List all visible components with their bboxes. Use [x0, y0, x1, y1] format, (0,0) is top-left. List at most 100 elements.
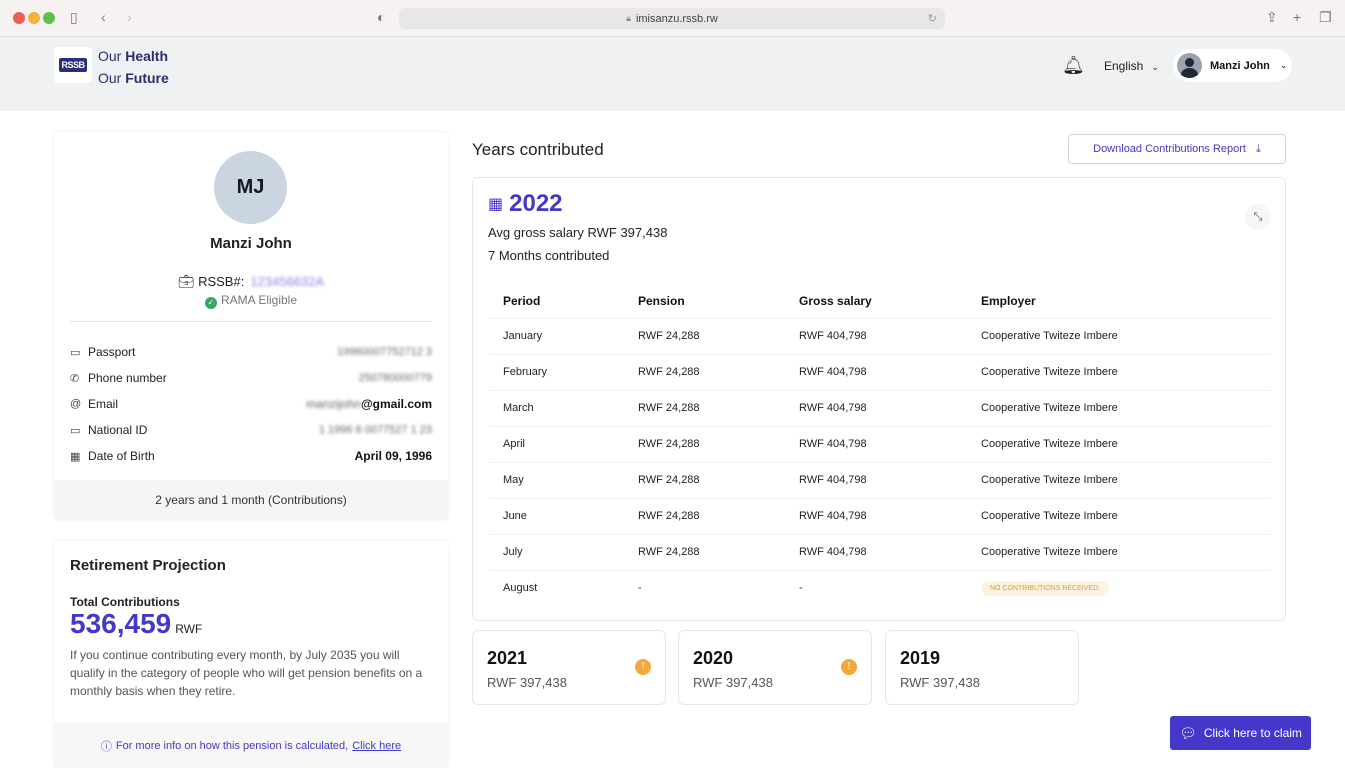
table-row: July RWF 24,288 RWF 404,798 Cooperative Twi…	[489, 534, 1271, 571]
download-report-button[interactable]: Download Contributions Report ⤓	[1068, 134, 1286, 164]
table-cell: RWF 24,288	[624, 390, 785, 427]
table-cell: RWF 24,288	[624, 426, 785, 463]
id-card-icon: ▭	[70, 424, 81, 437]
table-cell: April	[489, 426, 624, 463]
profile-card: MJ Manzi John 💼︎ RSSB#: 123456632A ✓ RAMA …	[54, 132, 448, 520]
warning-icon: !	[841, 659, 857, 675]
calendar-icon: ▦	[488, 196, 504, 213]
detail-national-id: ▭ National ID 1 1996 8 0077527 1 23	[70, 423, 432, 437]
table-cell: Cooperative Twiteze Imbere	[967, 426, 1271, 463]
check-circle-icon: ✓	[204, 297, 217, 309]
table-cell: RWF 24,288	[624, 534, 785, 571]
status-cell: NO CONTRIBUTIONS RECEIVED.	[967, 570, 1271, 606]
year-2022-panel: ▦ 2022 Avg gross salary RWF 397,438 7 Mon…	[472, 177, 1286, 621]
profile-avatar: MJ	[214, 151, 287, 224]
divider	[70, 321, 432, 322]
table-row: March RWF 24,288 RWF 404,798 Cooperative Tw…	[489, 390, 1271, 427]
months-contributed: 7 Months contributed	[488, 248, 610, 263]
table-cell: July	[489, 534, 624, 571]
table-cell: RWF 24,288	[624, 318, 785, 355]
url-text: imisanzu.rssb.rw	[635, 12, 718, 25]
shield-icon[interactable]: ◐	[377, 9, 385, 25]
contributions-table: Period Pension Gross salary Employer Jan…	[489, 284, 1271, 606]
contribution-duration: 2 years and 1 month (Contributions)	[54, 480, 448, 520]
info-icon: ⓘ	[100, 740, 112, 753]
column-header: Employer	[967, 284, 1271, 319]
years-contributed-title: Years contributed	[472, 140, 604, 159]
pension-info-link[interactable]: Click here	[352, 740, 401, 752]
table-cell: January	[489, 318, 624, 355]
site-header: RSSB Our Health Our Future 🔔︎ English ⌄ M…	[0, 37, 1345, 110]
table-cell: Cooperative Twiteze Imbere	[967, 318, 1271, 355]
pension-info: ⓘ For more info on how this pension is c…	[54, 723, 448, 768]
language-selector[interactable]: English ⌄	[1104, 59, 1159, 73]
table-row: February RWF 24,288 RWF 404,798 Cooperative…	[489, 354, 1271, 391]
table-cell: March	[489, 390, 624, 427]
avg-gross-salary: Avg gross salary RWF 397,438	[488, 225, 668, 240]
column-header: Pension	[624, 284, 785, 319]
table-cell: Cooperative Twiteze Imbere	[967, 534, 1271, 571]
year-card-2019[interactable]: 2019 RWF 397,438	[885, 630, 1079, 705]
chat-icon: 💬︎	[1179, 724, 1197, 741]
total-contributions-label: Total Contributions	[70, 595, 180, 609]
total-contributions-value: 536,459 RWF	[70, 608, 203, 639]
main-content: MJ Manzi John 💼︎ RSSB#: 123456632A ✓ RAMA …	[0, 111, 1345, 768]
reload-icon[interactable]: ↻	[928, 12, 937, 25]
maximize-window-button[interactable]	[43, 12, 55, 24]
phone-icon: ✆	[70, 372, 80, 385]
table-cell: RWF 404,798	[785, 354, 967, 391]
year-heading: ▦ 2022	[488, 190, 563, 217]
table-cell: RWF 404,798	[785, 534, 967, 571]
close-window-button[interactable]	[13, 12, 25, 24]
table-row: June RWF 24,288 RWF 404,798 Cooperative Twi…	[489, 498, 1271, 535]
table-cell: February	[489, 354, 624, 391]
table-row: January RWF 24,288 RWF 404,798 Cooperative …	[489, 318, 1271, 355]
chevron-down-icon: ⌄	[1151, 62, 1159, 72]
table-cell: Cooperative Twiteze Imbere	[967, 462, 1271, 499]
id-card-icon: ▭	[70, 346, 81, 359]
sidebar-toggle-icon[interactable]: ▯	[70, 9, 78, 26]
share-icon[interactable]: ⇪	[1266, 9, 1278, 26]
briefcase-icon: 💼︎	[177, 274, 195, 289]
year-card-2021[interactable]: 2021 RWF 397,438 !	[472, 630, 666, 705]
collapse-icon[interactable]: ⤡	[1245, 204, 1271, 230]
table-cell: RWF 404,798	[785, 462, 967, 499]
notification-bell-icon[interactable]: 🔔︎	[1062, 55, 1085, 76]
table-cell: RWF 404,798	[785, 498, 967, 535]
table-row: April RWF 24,288 RWF 404,798 Cooperative Tw…	[489, 426, 1271, 463]
table-cell: -	[799, 582, 803, 595]
table-cell: Cooperative Twiteze Imbere	[967, 390, 1271, 427]
table-cell: June	[489, 498, 624, 535]
table-row: May RWF 24,288 RWF 404,798 Cooperative Twit…	[489, 462, 1271, 499]
claim-button[interactable]: 💬︎ Click here to claim	[1170, 716, 1311, 750]
calendar-icon: ▦	[70, 450, 81, 463]
detail-dob: ▦ Date of Birth April 09, 1996	[70, 449, 432, 463]
tabs-overview-icon[interactable]: ❐	[1319, 9, 1332, 26]
rssb-number: 💼︎ RSSB#: 123456632A	[177, 274, 325, 289]
table-cell: May	[489, 462, 624, 499]
at-icon: @	[70, 398, 82, 410]
table-cell: Cooperative Twiteze Imbere	[967, 498, 1271, 535]
new-tab-icon[interactable]: +	[1293, 9, 1301, 25]
table-cell: RWF 404,798	[785, 318, 967, 355]
retirement-description: If you continue contributing every month…	[70, 648, 423, 698]
minimize-window-button[interactable]	[28, 12, 40, 24]
user-menu[interactable]: Manzi John ⌄	[1173, 49, 1292, 82]
column-header: Period	[489, 284, 624, 319]
lock-icon: 🔒︎	[626, 13, 631, 23]
tagline: Our Health Our Future	[98, 48, 169, 86]
warning-icon: !	[635, 659, 651, 675]
retirement-title: Retirement Projection	[70, 557, 226, 574]
chevron-down-icon: ⌄	[1279, 60, 1288, 70]
table-cell: RWF 404,798	[785, 426, 967, 463]
retirement-projection-card: Retirement Projection Total Contribution…	[54, 541, 448, 768]
rssb-logo[interactable]: RSSB	[54, 47, 92, 83]
avatar	[1177, 53, 1202, 78]
table-cell: RWF 24,288	[624, 498, 785, 535]
address-bar[interactable]: 🔒︎ imisanzu.rssb.rw ↻	[399, 8, 945, 29]
forward-icon[interactable]: ›	[127, 9, 132, 25]
back-icon[interactable]: ‹	[101, 9, 106, 25]
table-cell: RWF 404,798	[785, 390, 967, 427]
year-card-2020[interactable]: 2020 RWF 397,438 !	[678, 630, 872, 705]
table-cell: August	[503, 582, 538, 595]
